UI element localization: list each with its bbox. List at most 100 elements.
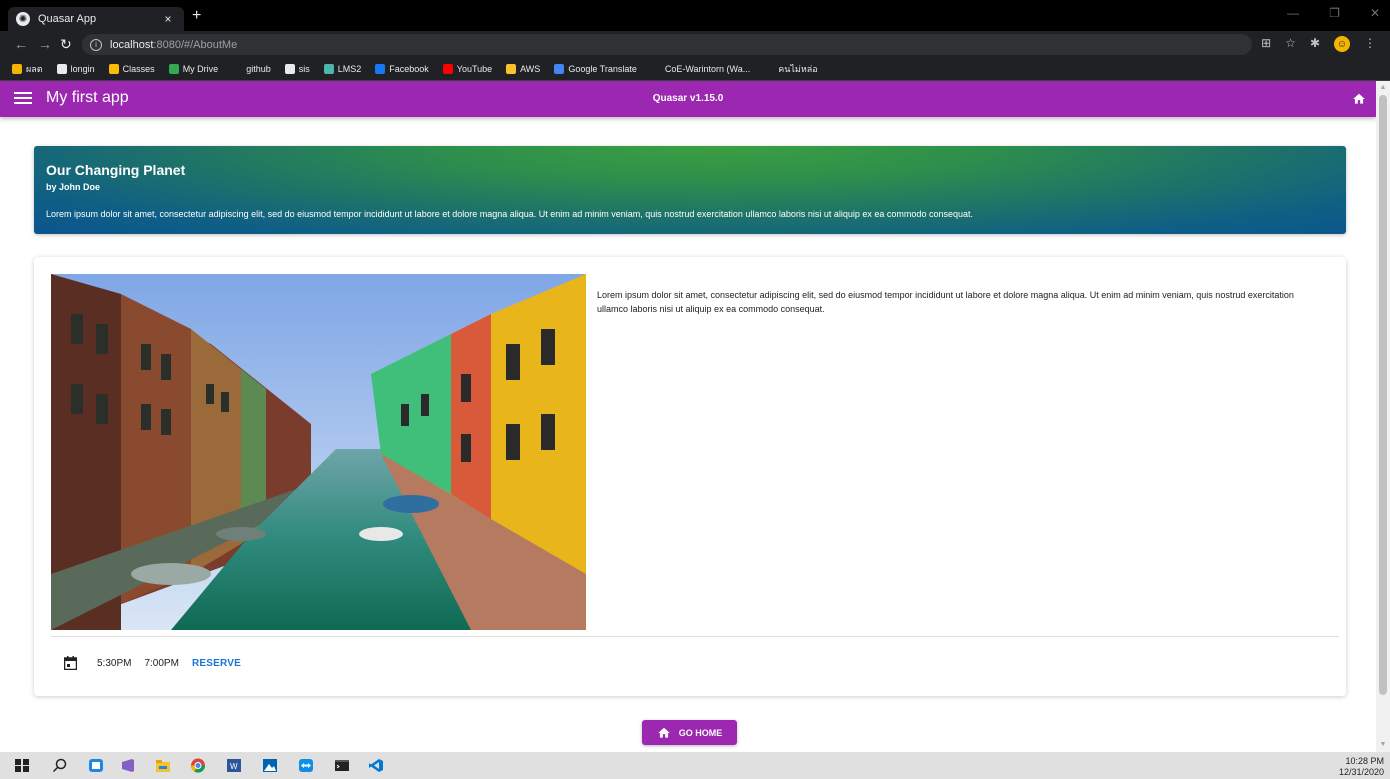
browser-tab[interactable]: ✺ Quasar App ×: [8, 7, 184, 31]
card-separator: [51, 636, 1339, 637]
quasar-version: Quasar v1.15.0: [652, 93, 724, 104]
bookmark-label: Classes: [122, 64, 155, 74]
visual-studio-icon[interactable]: [120, 758, 136, 773]
bookmark-label: Facebook: [389, 64, 429, 74]
new-tab-button[interactable]: +: [192, 7, 201, 25]
go-home-label: GO HOME: [678, 727, 723, 738]
reload-icon[interactable]: ↻: [60, 36, 72, 53]
bookmark-label: github: [246, 64, 271, 74]
scroll-up-arrow-icon[interactable]: ▲: [1379, 84, 1387, 92]
windows-start-icon[interactable]: [14, 758, 30, 773]
vscode-icon[interactable]: [368, 758, 384, 773]
system-clock[interactable]: 10:28 PM 12/31/2020: [1339, 756, 1384, 778]
bookmark-favicon-icon: [108, 64, 119, 74]
bookmark-favicon-icon: [168, 64, 179, 74]
bookmark-item[interactable]: github: [232, 64, 271, 74]
bookmark-favicon-icon: [323, 64, 334, 74]
banner-title: Our Changing Planet: [46, 162, 186, 178]
bookmark-label: YouTube: [456, 64, 493, 74]
toolbar-actions: ⊞ ☆ ✱ ☺ ⋮: [1261, 36, 1376, 52]
tab-close-icon[interactable]: ×: [160, 12, 176, 26]
bookmark-item[interactable]: longin: [56, 64, 95, 74]
bookmark-item[interactable]: AWS: [506, 64, 540, 74]
bookmark-label: Google Translate: [568, 64, 637, 74]
app-header: My first app Quasar v1.15.0: [0, 81, 1376, 117]
bookmarks-bar: ผลต longin Classes My Drive github sis LMS2 Fac…: [0, 58, 1390, 81]
bookmark-favicon-icon: [232, 64, 243, 74]
card-text: Lorem ipsum dolor sit amet, consectetur …: [597, 290, 1294, 314]
scroll-down-arrow-icon[interactable]: ▼: [1379, 741, 1387, 749]
bookmark-favicon-icon: [506, 64, 517, 74]
window-controls: — ❐ ✕: [1287, 6, 1380, 20]
bookmark-item[interactable]: CoE-Warintorn (Wa...: [650, 64, 751, 74]
gradient-banner-card: Our Changing Planet by John Doe Lorem ip…: [34, 146, 1346, 234]
bookmark-label: คนไม่หล่อ: [778, 64, 818, 74]
bookmark-item[interactable]: My Drive: [168, 64, 218, 74]
scrollbar-thumb[interactable]: [1379, 95, 1387, 695]
bookmark-favicon-icon: [12, 64, 22, 74]
profile-avatar-icon[interactable]: ☺: [1334, 36, 1350, 52]
word-icon[interactable]: W: [226, 758, 242, 773]
bookmark-item[interactable]: sis: [284, 64, 310, 74]
bookmark-item[interactable]: YouTube: [442, 64, 493, 74]
clock-date: 12/31/2020: [1338, 767, 1384, 777]
url-host: localhost: [110, 38, 154, 51]
forward-arrow-icon[interactable]: →: [38, 36, 52, 52]
bookmark-favicon-icon: [442, 64, 453, 74]
close-window-icon[interactable]: ✕: [1370, 6, 1380, 20]
bookmark-favicon-icon: [764, 64, 775, 74]
time-option-1[interactable]: 5:30PM: [97, 658, 131, 669]
bookmark-label: AWS: [520, 64, 541, 74]
home-icon[interactable]: [1352, 92, 1366, 106]
time-option-2[interactable]: 7:00PM: [144, 658, 178, 669]
banner-author: by John Doe: [46, 182, 101, 192]
site-info-icon[interactable]: i: [90, 38, 102, 51]
search-icon[interactable]: [52, 758, 68, 773]
bookmark-item[interactable]: ผลต: [12, 62, 43, 76]
photos-icon[interactable]: [262, 758, 278, 773]
content-card: Lorem ipsum dolor sit amet, consectetur …: [34, 257, 1346, 696]
bookmark-item[interactable]: LMS2: [323, 64, 362, 74]
chrome-icon[interactable]: [190, 758, 206, 773]
svg-text:W: W: [230, 762, 238, 771]
bookmark-label: longin: [70, 64, 95, 74]
bookmark-favicon-icon: [554, 64, 565, 74]
bookmark-label: sis: [298, 64, 310, 74]
terminal-icon[interactable]: [334, 758, 350, 773]
minimize-icon[interactable]: —: [1287, 6, 1299, 20]
banner-text: Lorem ipsum dolor sit amet, consectetur …: [46, 209, 973, 219]
bookmark-label: CoE-Warintorn (Wa...: [664, 64, 751, 74]
bookmark-favicon-icon: [375, 64, 386, 74]
card-actions: 5:30PM 7:00PM RESERVE: [64, 655, 241, 671]
browser-menu-icon[interactable]: ⋮: [1364, 36, 1376, 52]
bookmark-label: LMS2: [337, 64, 362, 74]
extensions-puzzle-icon[interactable]: ✱: [1310, 36, 1320, 52]
bookmark-label: ผลต: [26, 64, 43, 74]
url-path: :8080/#/AboutMe: [153, 38, 238, 51]
task-view-icon[interactable]: [88, 758, 104, 773]
teamviewer-icon[interactable]: [298, 758, 314, 773]
back-arrow-icon[interactable]: ←: [14, 36, 28, 52]
bookmark-favicon-icon: [284, 64, 295, 74]
address-bar[interactable]: i localhost :8080/#/AboutMe: [82, 34, 1252, 55]
canal-photo: [51, 274, 586, 630]
bookmark-item[interactable]: Google Translate: [554, 64, 637, 74]
bookmark-item[interactable]: Facebook: [375, 64, 429, 74]
home-icon: [657, 727, 670, 738]
go-home-button[interactable]: GO HOME: [642, 720, 737, 745]
translate-icon[interactable]: ⊞: [1261, 36, 1271, 52]
calendar-icon: [64, 656, 77, 670]
file-explorer-icon[interactable]: [155, 758, 171, 773]
bookmark-item[interactable]: คนไม่หล่อ: [764, 62, 818, 76]
page-scrollbar[interactable]: ▲ ▼: [1376, 81, 1390, 752]
browser-toolbar: ← → ↻ i localhost :8080/#/AboutMe ⊞ ☆ ✱ …: [0, 31, 1390, 58]
bookmark-favicon-icon: [56, 64, 67, 74]
windows-taskbar: W 10:28 PM 12/31/2020: [0, 752, 1390, 779]
bookmark-star-icon[interactable]: ☆: [1285, 36, 1296, 52]
bookmark-favicon-icon: [650, 64, 661, 74]
quasar-favicon-icon: ✺: [16, 12, 30, 26]
reserve-button[interactable]: RESERVE: [192, 658, 241, 669]
maximize-icon[interactable]: ❐: [1329, 6, 1340, 20]
tab-title: Quasar App: [38, 13, 97, 25]
bookmark-item[interactable]: Classes: [108, 64, 155, 74]
